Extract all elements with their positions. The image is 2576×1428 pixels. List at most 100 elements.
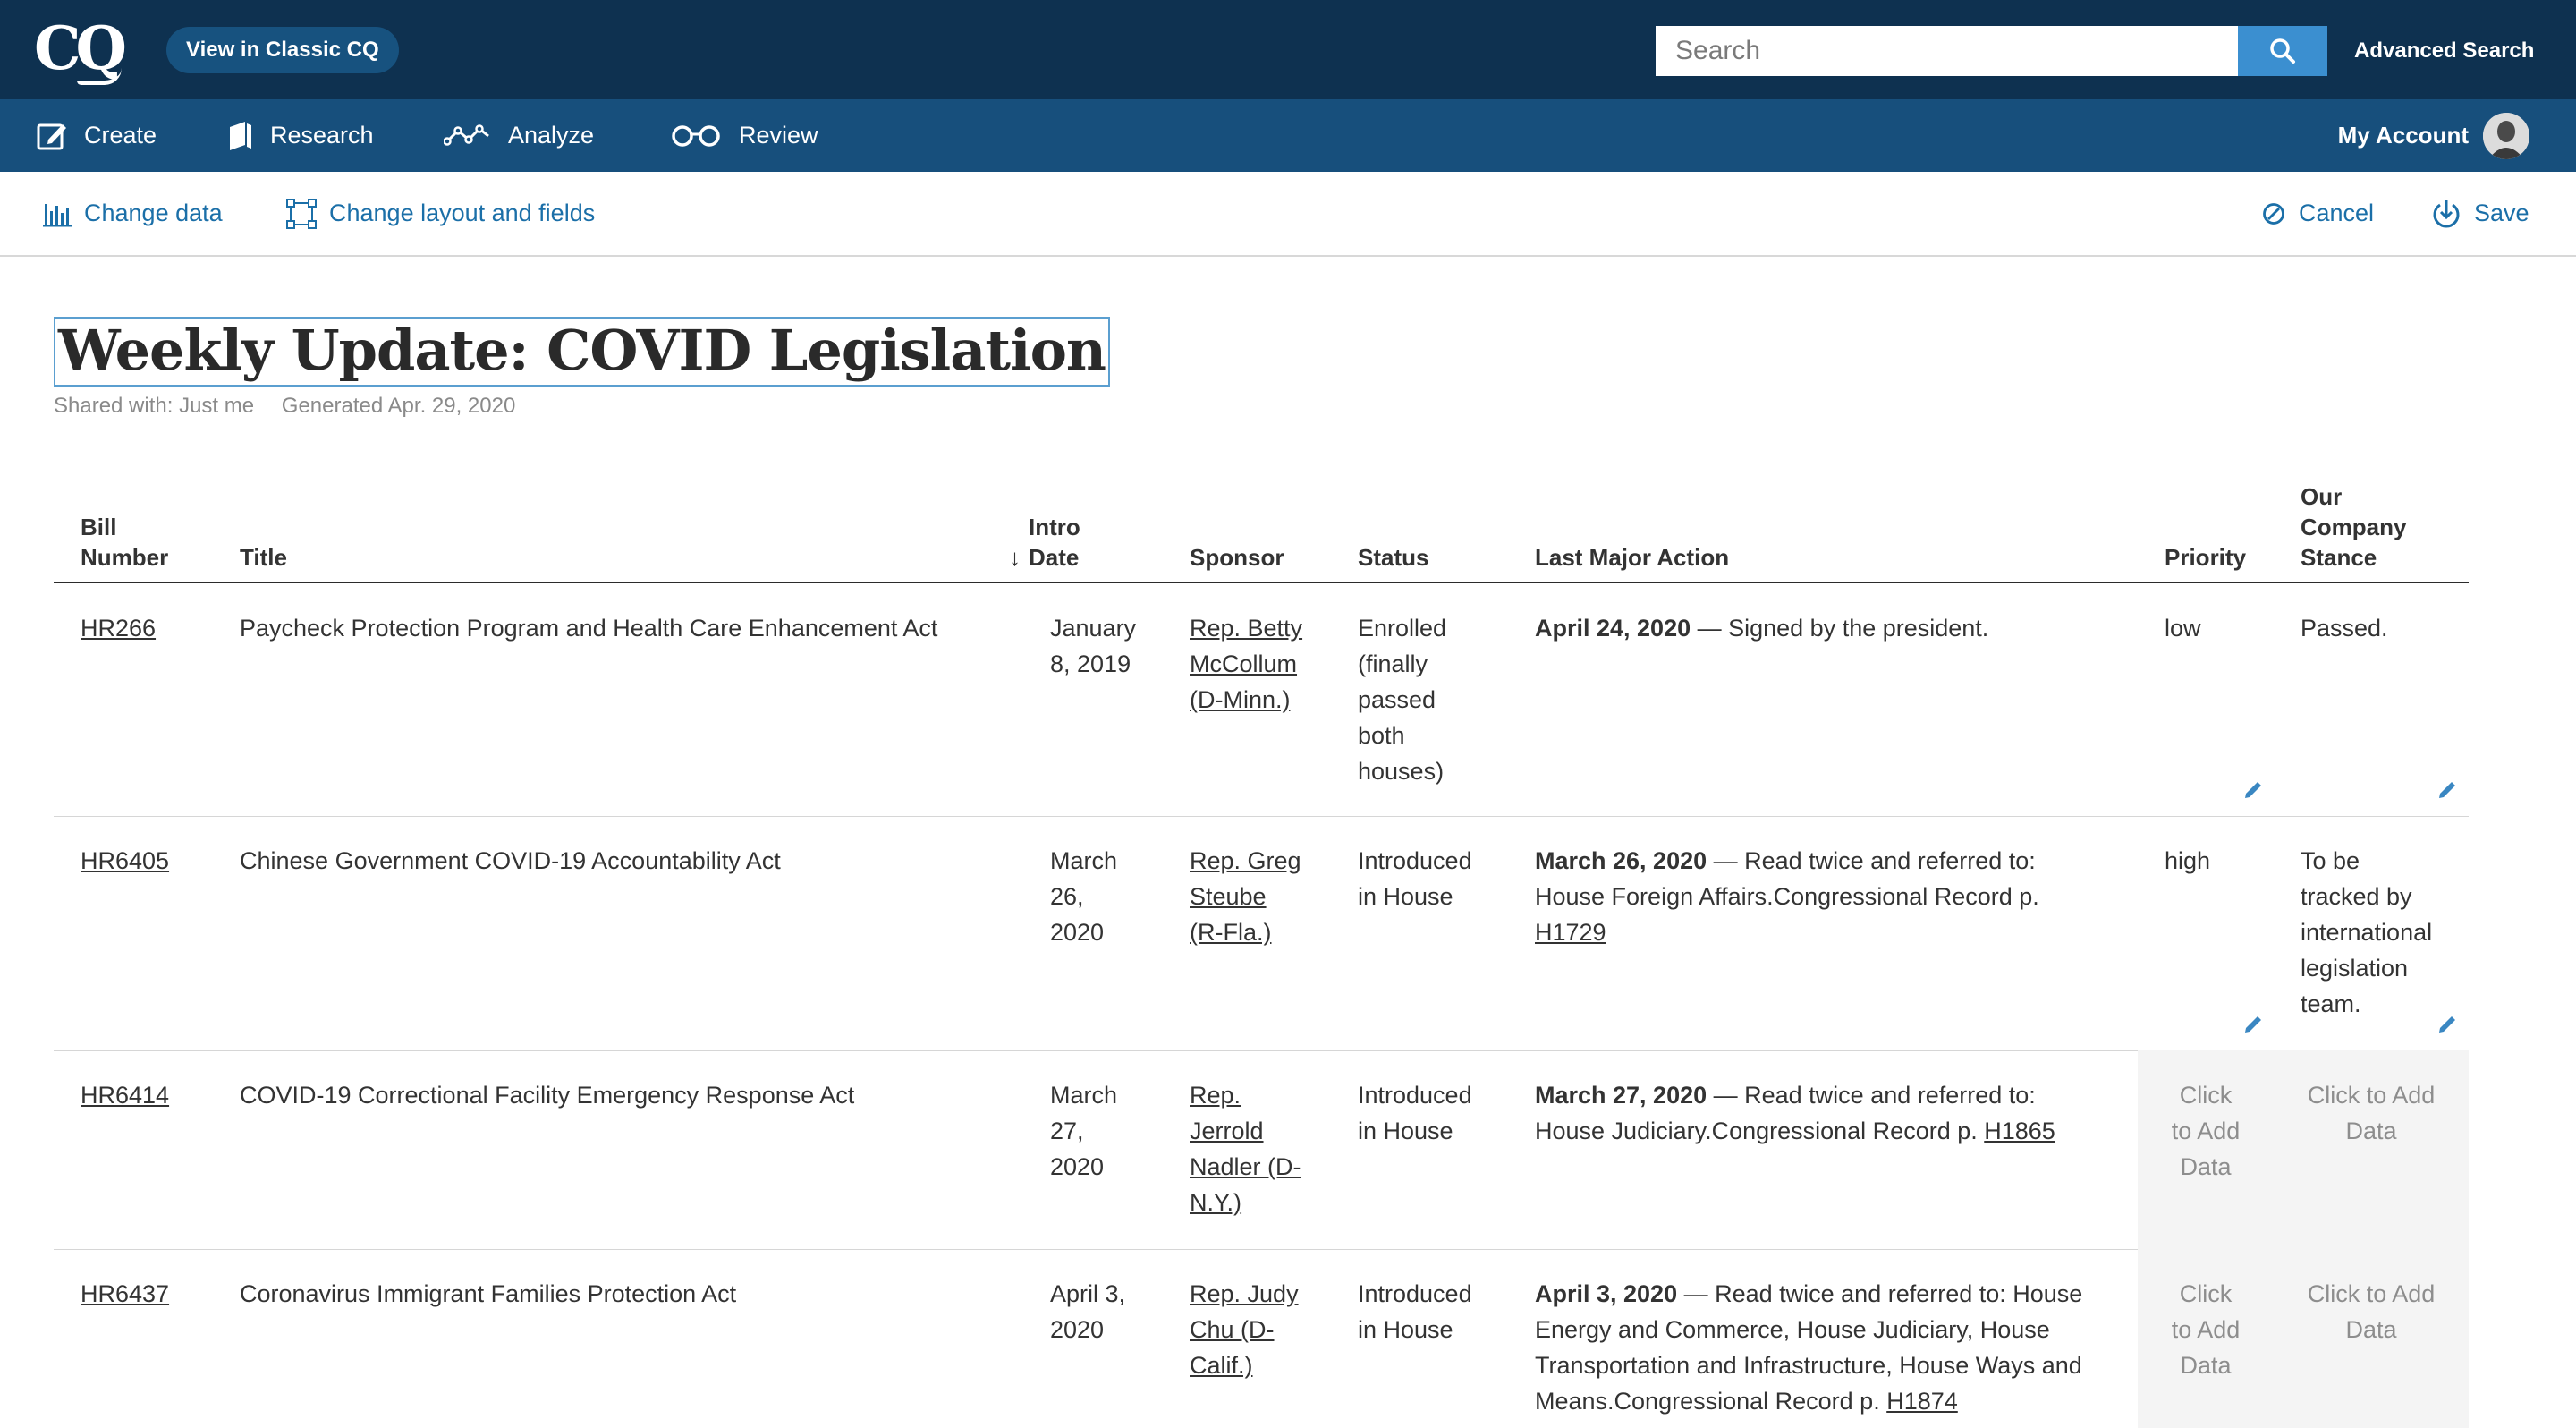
header-bill-number[interactable]: Bill Number (80, 512, 168, 573)
avatar-icon (2483, 112, 2529, 159)
action-date: April 24, 2020 (1535, 615, 1691, 642)
intro-date-line: March (1050, 1082, 1118, 1109)
sponsor-line: (R-Fla.) (1190, 919, 1272, 946)
generated-date: Generated Apr. 29, 2020 (281, 394, 516, 418)
placeholder-line: Data (2345, 1316, 2397, 1343)
status-line: Introduced (1358, 1082, 1472, 1109)
action-line: Means.Congressional Record p. (1535, 1388, 1887, 1415)
header-stance-line1: Our (2301, 483, 2343, 510)
nav-review-label: Review (739, 122, 818, 149)
header-intro-date-line1: Intro (1029, 514, 1080, 540)
placeholder-line: Data (2180, 1352, 2232, 1379)
edit-priority-icon[interactable] (2241, 778, 2265, 802)
action-date: March 27, 2020 (1535, 1082, 1707, 1109)
intro-date: April 3, 2020 (1050, 1276, 1125, 1347)
sponsor-link[interactable]: Rep. Betty McCollum (D-Minn.) (1190, 610, 1302, 718)
edit-priority-icon[interactable] (2241, 1013, 2265, 1036)
research-icon (230, 121, 251, 150)
action-date: April 3, 2020 (1535, 1280, 1678, 1307)
action-line: House Judiciary.Congressional Record p. (1535, 1118, 1985, 1144)
save-button[interactable]: Save (2431, 172, 2529, 255)
nav-analyze[interactable]: Analyze (444, 99, 594, 172)
edit-stance-icon[interactable] (2436, 778, 2459, 802)
search-input[interactable] (1656, 26, 2239, 76)
nav-research[interactable]: Research (227, 99, 374, 172)
view-classic-button[interactable]: View in Classic CQ (166, 27, 399, 73)
priority-placeholder[interactable]: Click to Add Data (2138, 1050, 2274, 1249)
sponsor-line: Chu (D- (1190, 1316, 1275, 1343)
sponsor-line: Rep. (1190, 1082, 1241, 1109)
intro-date-line: April 3, (1050, 1280, 1126, 1307)
change-data-button[interactable]: Change data (43, 172, 223, 255)
intro-date-line: March (1050, 847, 1118, 874)
header-sponsor[interactable]: Sponsor (1190, 542, 1284, 573)
header-status[interactable]: Status (1358, 542, 1428, 573)
placeholder-line: to Add (2171, 1118, 2241, 1144)
nav-analyze-label: Analyze (508, 122, 595, 149)
placeholder-line: to Add (2171, 1316, 2241, 1343)
intro-date-line: January (1050, 615, 1137, 642)
bill-title: COVID-19 Correctional Facility Emergency… (240, 1082, 855, 1109)
search-icon (2270, 38, 2295, 64)
change-layout-button[interactable]: Change layout and fields (286, 172, 595, 255)
my-account-menu[interactable]: My Account (2338, 99, 2529, 172)
create-icon (37, 123, 66, 149)
priority-value[interactable]: high (2165, 843, 2210, 879)
header-stance[interactable]: Our Company Stance (2301, 481, 2406, 573)
header-priority[interactable]: Priority (2165, 542, 2246, 573)
stance-value[interactable]: To be tracked by international legislati… (2301, 843, 2432, 1022)
bill-link[interactable]: HR266 (80, 615, 156, 642)
record-link[interactable]: H1874 (1886, 1388, 1958, 1415)
table-row: HR6414 COVID-19 Correctional Facility Em… (54, 1050, 2469, 1250)
stance-line: international (2301, 919, 2433, 946)
sponsor-line: Steube (1190, 883, 1267, 910)
stance-value[interactable]: Passed. (2301, 610, 2388, 646)
layout-icon (286, 198, 317, 229)
bill-link[interactable]: HR6437 (80, 1280, 169, 1307)
placeholder-line: Data (2345, 1118, 2397, 1144)
sponsor-link[interactable]: Rep. Greg Steube (R-Fla.) (1190, 843, 1301, 950)
priority-value[interactable]: low (2165, 610, 2201, 646)
search-button[interactable] (2238, 26, 2327, 76)
header-title[interactable]: Title (240, 542, 287, 573)
sponsor-link[interactable]: Rep. Jerrold Nadler (D- N.Y.) (1190, 1077, 1301, 1220)
status: Introduced in House (1358, 843, 1472, 914)
stance-placeholder[interactable]: Click to Add Data (2274, 1249, 2469, 1428)
edit-stance-icon[interactable] (2436, 1013, 2459, 1036)
action-line: Transportation and Infrastructure, House… (1535, 1352, 2082, 1379)
bar-chart-icon (43, 203, 72, 226)
report-title[interactable]: Weekly Update: COVID Legislation (54, 317, 1111, 387)
analyze-icon (444, 123, 489, 146)
intro-date-line: 2020 (1050, 1316, 1105, 1343)
sponsor-line: (D-Minn.) (1190, 686, 1291, 713)
cancel-icon (2263, 202, 2284, 225)
intro-date-line: 2020 (1050, 1153, 1105, 1180)
status-line: Enrolled (1358, 615, 1447, 642)
stance-line: team. (2301, 990, 2361, 1017)
bill-link[interactable]: HR6414 (80, 1082, 169, 1109)
avatar[interactable] (2483, 112, 2529, 159)
advanced-search-link[interactable]: Advanced Search (2354, 34, 2534, 68)
priority-placeholder[interactable]: Click to Add Data (2138, 1249, 2274, 1428)
table-header: Bill Number Title Intro ↓ Date Sponsor S… (54, 474, 2469, 583)
header-last-major-action[interactable]: Last Major Action (1535, 542, 1729, 573)
nav-create[interactable]: Create (36, 99, 157, 172)
stance-placeholder[interactable]: Click to Add Data (2274, 1050, 2469, 1249)
cancel-button[interactable]: Cancel (2261, 172, 2374, 255)
placeholder-line: Click to Add (2307, 1280, 2436, 1307)
bill-link[interactable]: HR6405 (80, 847, 169, 874)
last-major-action: April 24, 2020 — Signed by the president… (1535, 610, 2107, 646)
last-major-action: March 26, 2020 — Read twice and referred… (1535, 843, 2107, 950)
nav-review[interactable]: Review (669, 99, 818, 172)
table-row: HR6405 Chinese Government COVID-19 Accou… (54, 816, 2469, 1051)
record-link[interactable]: H1865 (1984, 1118, 2055, 1144)
header-intro-date-line2: Date (1029, 544, 1080, 571)
save-icon (2433, 200, 2460, 227)
sponsor-line: McCollum (1190, 650, 1298, 677)
main-nav: Create Research Analyze Review My Accoun… (0, 99, 2576, 172)
header-intro-date[interactable]: Intro ↓ Date (1009, 512, 1080, 573)
record-link[interactable]: H1729 (1535, 919, 1606, 946)
change-layout-label: Change layout and fields (329, 200, 596, 226)
sponsor-link[interactable]: Rep. Judy Chu (D- Calif.) (1190, 1276, 1299, 1383)
action-text: — Read twice and referred to: (1707, 1082, 2036, 1109)
